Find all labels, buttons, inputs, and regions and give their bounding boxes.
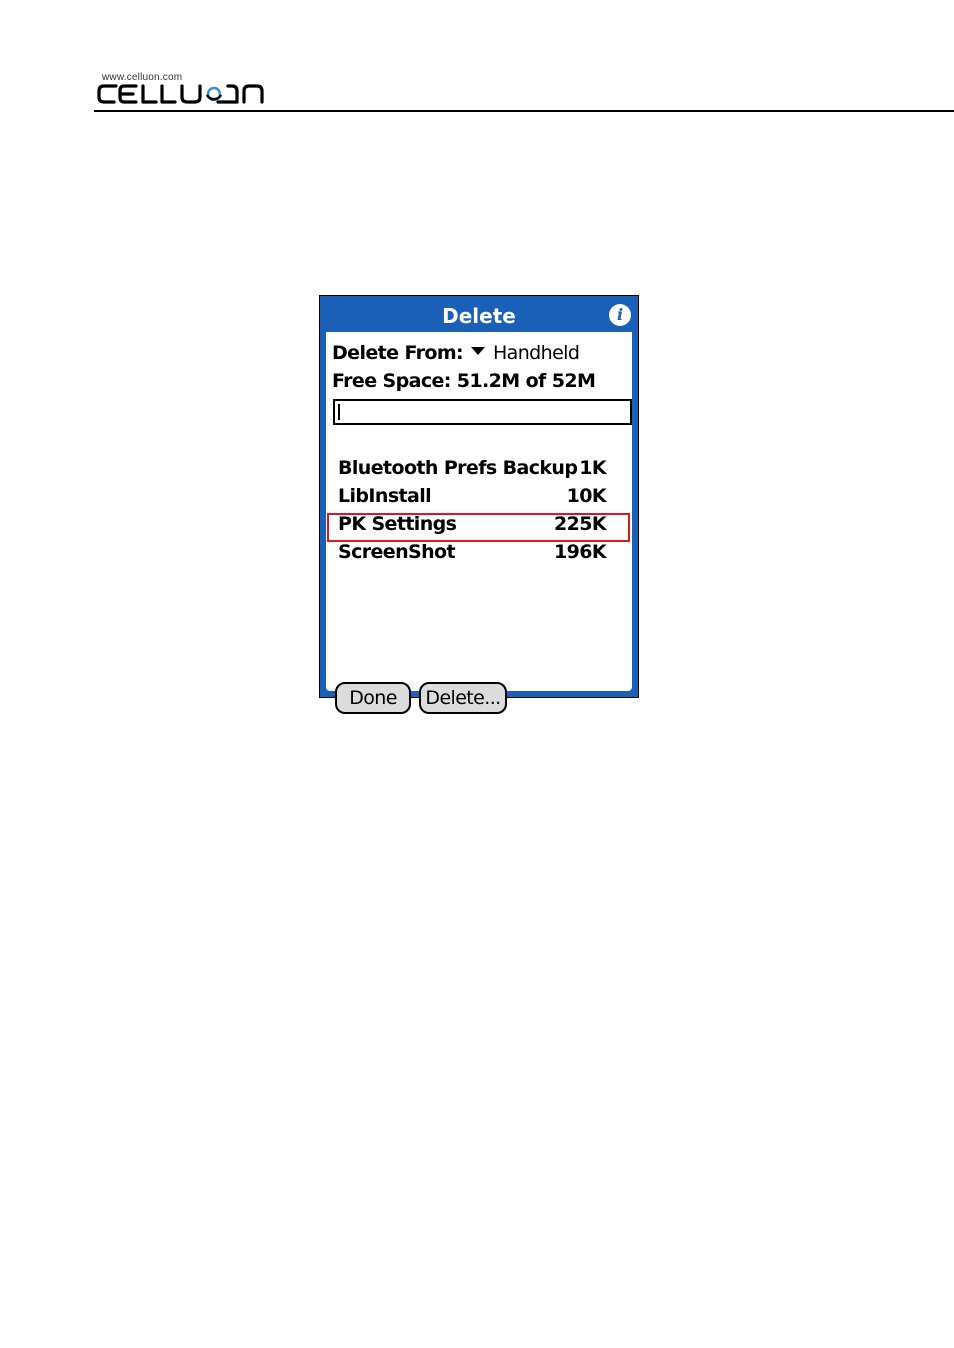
free-space-text: Free Space: 51.2M of 52M — [332, 370, 596, 392]
header-rule — [94, 110, 954, 112]
app-size: 225K — [554, 513, 607, 535]
celluon-wordmark — [97, 84, 264, 104]
dialog-title-bar: Delete i — [323, 299, 635, 331]
app-name: PK Settings — [338, 513, 457, 535]
app-name: LibInstall — [338, 485, 432, 507]
dialog-frame: Delete i Delete From: Handheld Free Spac… — [323, 299, 635, 714]
triangle-down-icon — [471, 347, 485, 355]
celluon-logo: www.celluon.com — [96, 72, 266, 106]
app-list-item[interactable]: LibInstall 10K — [326, 485, 632, 513]
delete-button[interactable]: Delete... — [419, 682, 507, 714]
app-list: Bluetooth Prefs Backup 1K LibInstall 10K… — [326, 457, 632, 569]
delete-from-label: Delete From: — [332, 342, 464, 364]
info-icon[interactable]: i — [609, 304, 631, 326]
app-list-item[interactable]: Bluetooth Prefs Backup 1K — [326, 457, 632, 485]
delete-from-value: Handheld — [493, 342, 580, 364]
dialog-title: Delete — [442, 304, 516, 328]
app-list-item[interactable]: ScreenShot 196K — [326, 541, 632, 569]
app-size: 10K — [566, 485, 607, 507]
app-size: 196K — [554, 541, 607, 563]
palm-delete-dialog: Delete i Delete From: Handheld Free Spac… — [319, 295, 639, 714]
app-size: 1K — [579, 457, 606, 479]
app-search-input[interactable] — [333, 399, 632, 425]
app-list-item[interactable]: PK Settings 225K — [326, 513, 632, 541]
app-name: Bluetooth Prefs Backup — [338, 457, 578, 479]
delete-from-dropdown[interactable]: Handheld — [471, 342, 580, 364]
dialog-body: Delete From: Handheld Free Space: 51.2M … — [326, 332, 632, 714]
done-button[interactable]: Done — [335, 682, 411, 714]
app-name: ScreenShot — [338, 541, 456, 563]
text-cursor — [338, 404, 340, 420]
